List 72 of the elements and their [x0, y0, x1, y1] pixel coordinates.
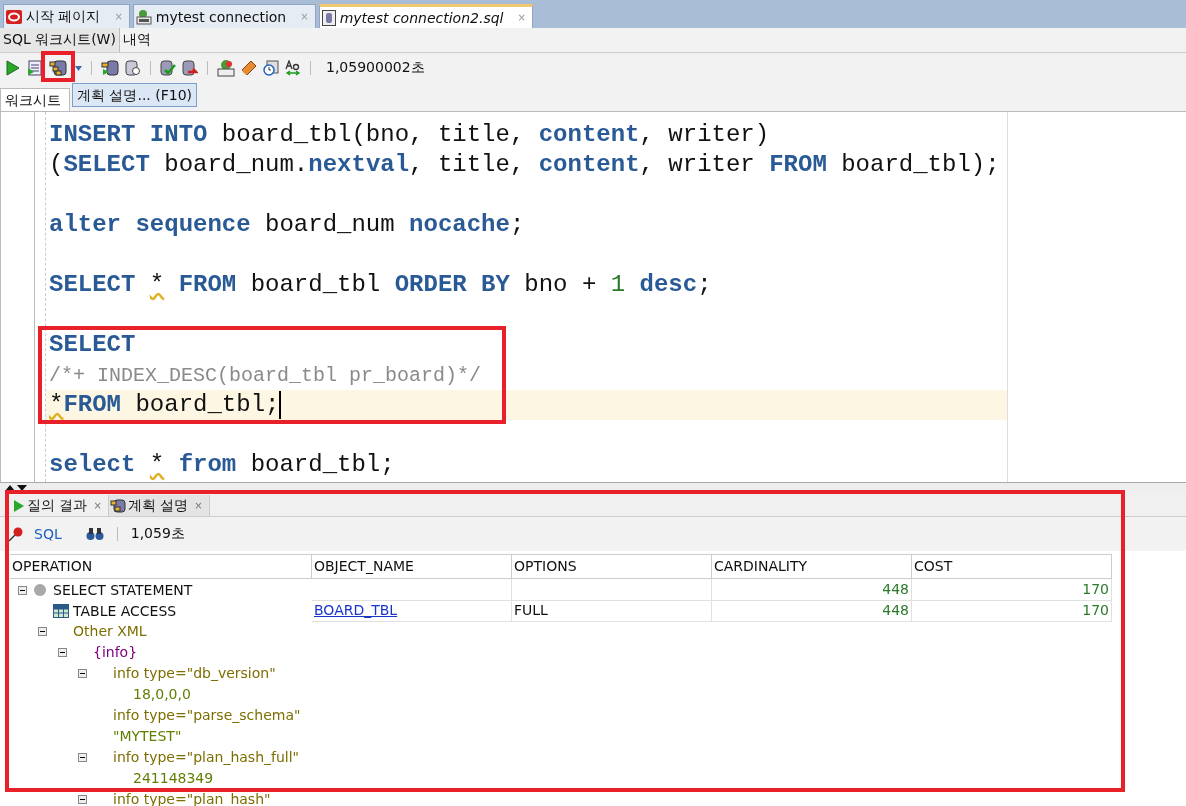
code-line: *FROM board_tbl; — [49, 390, 280, 420]
tree-node[interactable]: 241148349 — [133, 768, 214, 789]
autotrace-icon[interactable] — [101, 60, 119, 76]
ring-icon — [6, 9, 22, 24]
eraser-icon[interactable] — [241, 60, 257, 76]
format-icon[interactable] — [285, 60, 301, 76]
tree-node[interactable]: Other XML — [73, 621, 147, 642]
collapse-icon[interactable] — [78, 753, 87, 762]
collapse-icon[interactable] — [78, 669, 87, 678]
table-cell: FULL — [512, 600, 712, 622]
binoculars-icon[interactable] — [85, 527, 104, 541]
editor-tab[interactable]: SQL 워크시트(W) — [0, 28, 120, 52]
clock-icon[interactable] — [263, 60, 279, 76]
document-tab[interactable]: mytest connection2.sql × — [318, 4, 533, 28]
tree-node[interactable]: {info} — [93, 642, 138, 663]
document-tab[interactable]: mytest connection × — [132, 4, 316, 28]
tree-node[interactable]: info type="parse_schema" — [113, 705, 301, 726]
database-icon[interactable] — [125, 60, 141, 76]
pin-icon[interactable] — [8, 526, 24, 542]
object-link[interactable]: BOARD_TBL — [314, 602, 398, 618]
results-tab[interactable]: 계획 설명 × — [108, 495, 210, 516]
text-cursor — [279, 391, 282, 419]
collapse-icon[interactable] — [78, 795, 87, 804]
table-icon — [53, 604, 69, 618]
collapse-arrows-icon[interactable] — [4, 484, 28, 492]
circle-icon — [33, 583, 47, 597]
database-icon — [321, 9, 336, 26]
run-script-icon[interactable] — [27, 60, 43, 76]
caret-icon[interactable] — [75, 65, 82, 71]
plan-icon — [109, 498, 126, 513]
table-cell: 170 — [912, 600, 1112, 622]
results-tab[interactable]: 질의 결과 × — [12, 495, 109, 516]
table-cell: 170 — [912, 579, 1112, 601]
worksheet-tab[interactable]: 워크시트 — [0, 88, 70, 111]
tree-node[interactable]: info type="db_version" — [113, 663, 276, 684]
collapse-icon[interactable] — [18, 585, 27, 595]
plan-icon[interactable] — [49, 60, 67, 76]
sql-link[interactable]: SQL — [34, 526, 62, 542]
table-cell: 448 — [712, 600, 912, 622]
run-icon[interactable] — [5, 60, 21, 76]
code-line: /*+ INDEX_DESC(board_tbl pr_board)*/ — [49, 362, 482, 389]
collapse-icon[interactable] — [38, 627, 47, 636]
commit-icon[interactable] — [160, 60, 176, 76]
document-tab[interactable]: 시작 페이지 × — [3, 4, 130, 28]
table-cell: 448 — [712, 579, 912, 601]
tooltip: 계획 설명... (F10) — [72, 83, 198, 107]
code-line: SELECT — [49, 330, 136, 360]
tree-node[interactable]: TABLE ACCESS — [73, 600, 177, 622]
tree-node[interactable]: SELECT STATEMENT — [53, 579, 193, 601]
code-line: (SELECT board_num.nextval, title, content, writer FROM board_tbl); — [49, 150, 1000, 180]
column-header[interactable]: OBJECT_NAME — [312, 555, 512, 578]
tree-node[interactable]: "MYTEST" — [113, 726, 182, 747]
database-icon — [135, 8, 152, 25]
close-icon[interactable]: × — [93, 500, 102, 511]
column-header[interactable]: CARDINALITY — [712, 555, 912, 578]
tree-node[interactable]: 18,0,0,0 — [133, 684, 191, 705]
collapse-icon[interactable] — [58, 648, 67, 657]
code-line: SELECT * FROM board_tbl ORDER BY bno + 1 desc; — [49, 270, 712, 300]
column-header[interactable]: OPTIONS — [512, 555, 712, 578]
sql-tuning-icon[interactable] — [217, 59, 235, 77]
column-header[interactable]: COST — [912, 555, 1112, 578]
run-icon — [13, 498, 25, 513]
elapsed-time: 1,05900002초 — [326, 59, 425, 77]
code-line: alter sequence board_num nocache; — [49, 210, 525, 240]
editor-tab[interactable]: 내역 — [119, 28, 154, 52]
code-line: select * from board_tbl; — [49, 450, 395, 480]
tree-node[interactable]: info type="plan_hash_full" — [113, 747, 300, 768]
rollback-icon[interactable] — [182, 60, 198, 76]
code-line: INSERT INTO board_tbl(bno, title, content, writer) — [49, 120, 770, 150]
column-header[interactable]: OPERATION — [10, 555, 312, 578]
close-icon[interactable]: × — [194, 500, 203, 511]
elapsed-time: 1,059초 — [130, 525, 185, 543]
